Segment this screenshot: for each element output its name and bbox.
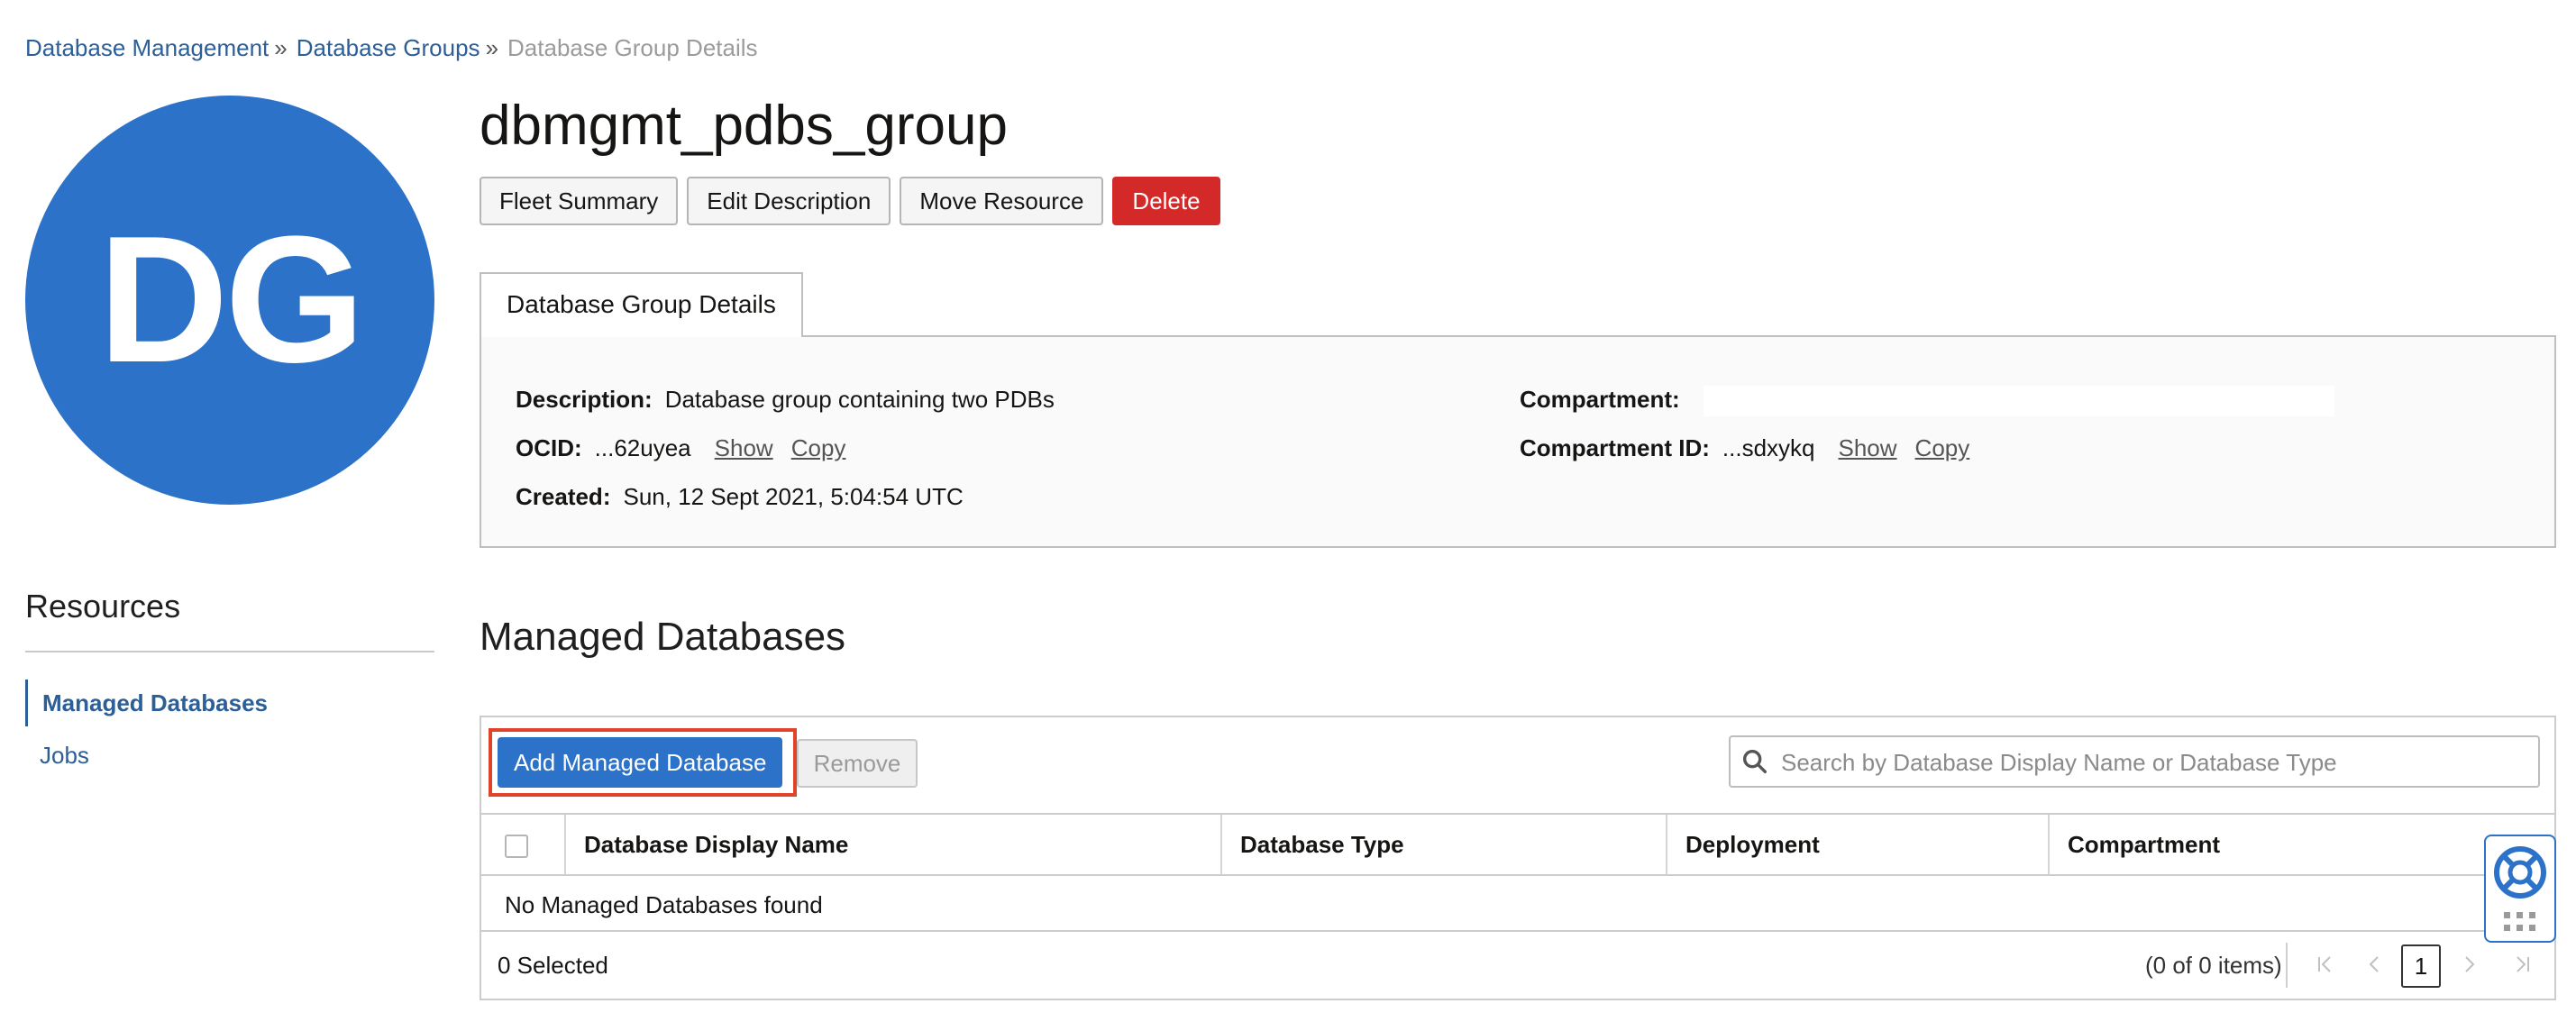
remove-button[interactable]: Remove <box>797 739 918 788</box>
empty-table-message: No Managed Databases found <box>505 891 823 918</box>
search-box <box>1729 735 2540 788</box>
move-resource-button[interactable]: Move Resource <box>900 177 1104 225</box>
search-icon <box>1742 749 1768 774</box>
compartment-id-row: Compartment ID: ...sdxykq Show Copy <box>1520 434 1969 462</box>
ocid-row: OCID: ...62uyea Show Copy <box>516 434 845 462</box>
selected-count: 0 Selected <box>498 952 608 979</box>
compartment-id-copy-link[interactable]: Copy <box>1915 434 1970 461</box>
current-page[interactable]: 1 <box>2401 944 2441 988</box>
edit-description-button[interactable]: Edit Description <box>687 177 891 225</box>
managed-databases-title: Managed Databases <box>480 615 846 659</box>
compartment-id-value: ...sdxykq <box>1722 434 1815 461</box>
sidebar-item-jobs[interactable]: Jobs <box>25 732 436 779</box>
breadcrumb-separator: » <box>485 34 499 61</box>
previous-page-icon[interactable] <box>2365 952 2383 983</box>
page-title: dbmgmt_pdbs_group <box>480 95 1008 157</box>
column-database-display-name[interactable]: Database Display Name <box>564 815 1220 874</box>
managed-databases-panel: Add Managed Database Remove Database Dis… <box>480 716 2556 1000</box>
last-page-icon[interactable] <box>2511 952 2533 983</box>
column-compartment[interactable]: Compartment <box>2048 815 2554 874</box>
fleet-summary-button[interactable]: Fleet Summary <box>480 177 679 225</box>
table-header: Database Display Name Database Type Depl… <box>481 813 2554 876</box>
created-label: Created: <box>516 483 611 510</box>
ocid-show-link[interactable]: Show <box>715 434 773 461</box>
sidebar-item-managed-databases[interactable]: Managed Databases <box>25 680 439 726</box>
compartment-label: Compartment: <box>1520 386 1680 413</box>
ocid-label: OCID: <box>516 434 582 461</box>
resources-divider <box>25 651 434 652</box>
next-page-icon[interactable] <box>2461 952 2479 983</box>
ocid-value: ...62uyea <box>594 434 691 461</box>
avatar-initials: DG <box>98 199 365 400</box>
breadcrumb-database-groups[interactable]: Database Groups <box>297 34 480 61</box>
delete-button[interactable]: Delete <box>1112 177 1220 225</box>
details-panel: Description: Database group containing tw… <box>480 335 2556 548</box>
column-database-type[interactable]: Database Type <box>1220 815 1666 874</box>
help-widget[interactable] <box>2484 835 2556 943</box>
items-count: (0 of 0 items) <box>2145 952 2282 979</box>
compartment-id-label: Compartment ID: <box>1520 434 1710 461</box>
created-value: Sun, 12 Sept 2021, 5:04:54 UTC <box>623 483 964 510</box>
breadcrumb: Database Management» Database Groups» Data… <box>25 34 758 62</box>
description-value: Database group containing two PDBs <box>664 386 1055 413</box>
tab-database-group-details[interactable]: Database Group Details <box>480 272 803 337</box>
description-label: Description: <box>516 386 653 413</box>
pagination-divider <box>2286 943 2288 988</box>
lifebuoy-icon <box>2494 846 2546 931</box>
compartment-id-show-link[interactable]: Show <box>1839 434 1897 461</box>
table-footer: 0 Selected (0 of 0 items) 1 <box>481 930 2554 999</box>
created-row: Created: Sun, 12 Sept 2021, 5:04:54 UTC <box>516 483 964 511</box>
select-all-checkbox[interactable] <box>505 835 528 858</box>
avatar: DG <box>25 96 434 505</box>
breadcrumb-separator: » <box>274 34 288 61</box>
column-deployment[interactable]: Deployment <box>1666 815 2048 874</box>
breadcrumb-database-management[interactable]: Database Management <box>25 34 269 61</box>
action-buttons: Fleet Summary Edit Description Move Reso… <box>480 177 1229 225</box>
ocid-copy-link[interactable]: Copy <box>791 434 846 461</box>
compartment-row: Compartment: <box>1520 386 2334 417</box>
breadcrumb-current: Database Group Details <box>507 34 758 61</box>
description-row: Description: Database group containing tw… <box>516 386 1055 414</box>
search-input[interactable] <box>1779 744 2522 780</box>
compartment-value-redacted <box>1703 386 2334 417</box>
first-page-icon[interactable] <box>2315 952 2336 983</box>
add-managed-database-button[interactable]: Add Managed Database <box>498 737 783 788</box>
resources-title: Resources <box>25 588 181 625</box>
